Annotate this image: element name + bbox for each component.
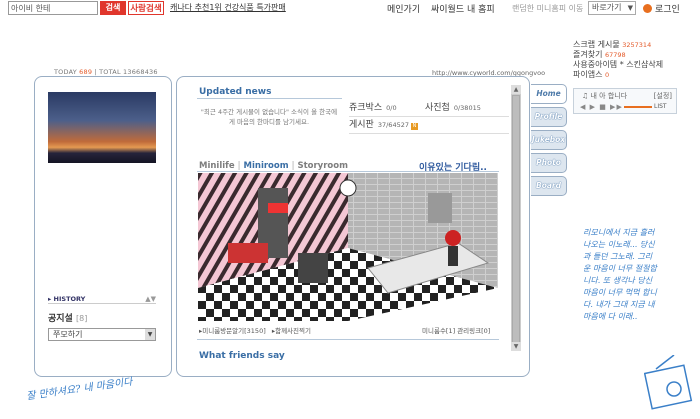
photo-count: 0/38015 <box>453 104 481 112</box>
tab-board[interactable]: Board <box>531 176 567 196</box>
promo-link[interactable]: 캐나다 추천1위 건강식품 특가판매 <box>170 2 286 13</box>
follow-select[interactable]: 쭈모하기 ▼ <box>48 328 156 341</box>
photo-together-link[interactable]: ▸함께사진찍기 <box>272 327 311 335</box>
toggle-icon: ▲▼ <box>145 295 156 303</box>
chevron-down-icon: ▼ <box>145 329 155 340</box>
player-settings-button[interactable]: [설정] <box>654 91 672 101</box>
stat-row: 게시판 37/64527 N <box>349 117 509 134</box>
follow-select-label: 쭈모하기 <box>53 330 83 339</box>
login-label: 로그인 <box>655 5 680 15</box>
visit-counter: TODAY 689 | TOTAL 13668436 <box>54 68 158 76</box>
divider <box>197 98 342 99</box>
search-button[interactable]: 검색 <box>100 1 126 15</box>
jukebox-count: 0/0 <box>386 104 397 112</box>
favorites-line[interactable]: 즐겨찾기 67798 <box>573 50 663 60</box>
divider <box>197 171 499 172</box>
jukebox-link[interactable]: 쥬크박스 <box>349 103 382 113</box>
nav-my-home-link[interactable]: 싸이월드 내 홈피 <box>431 5 495 15</box>
profile-photo <box>48 92 156 163</box>
updated-news-title: Updated news <box>199 87 272 97</box>
room-count-links[interactable]: 미니룸수[1] 관리링크[0] <box>422 325 490 335</box>
scroll-up-icon[interactable]: ▲ <box>511 85 521 94</box>
nav-main-link[interactable]: 메인가기 <box>387 5 420 15</box>
board-link[interactable]: 게시판 <box>349 120 374 130</box>
room-links: ▸미니룸방문알기[3150] ▸함께사진찍기 미니룸수[1] 관리링크[0] <box>199 325 490 335</box>
handwritten-note: 리모니에서 지금 흘러나오는 이노래... 당신과 들던 그노래. 그리운 마음… <box>583 228 657 321</box>
login-icon <box>643 4 652 13</box>
miniroom-scene <box>198 173 498 321</box>
miniroom-image[interactable] <box>198 173 498 321</box>
handwritten-note-left: 잘 만하셔요? 내 마음이다 <box>25 376 134 403</box>
tab-miniroom[interactable]: Miniroom <box>244 161 289 171</box>
login-button[interactable]: 로그인 <box>643 2 680 15</box>
tab-minilife[interactable]: Minilife <box>199 161 235 171</box>
total-label: TOTAL <box>99 68 121 76</box>
room-tabs: Minilife | Miniroom | Storyroom <box>199 161 348 171</box>
player-controls-icon[interactable]: ◀ ▶ ■ ▶▶ <box>580 103 623 111</box>
new-badge-icon: N <box>410 123 418 130</box>
stat-row: 쥬크박스 0/0 사진첩 0/38015 <box>349 100 509 117</box>
notice-title: 공지설 [8] <box>48 311 87 324</box>
divider <box>197 339 499 340</box>
friends-say-title: What friends say <box>199 351 285 361</box>
right-info: 스크랩 게시물 3257314 즐겨찾기 67798 사용중아이템 * 스킨샵삭… <box>573 40 663 80</box>
tab-photo[interactable]: Photo <box>531 153 567 173</box>
visitor-link[interactable]: ▸미니룸방문알기[3150] <box>199 327 266 335</box>
people-search-button[interactable]: 사람검색 <box>128 1 164 15</box>
music-player: ♫ 내 아 합니다 [설정] ◀ ▶ ■ ▶▶ LIST <box>573 88 677 114</box>
history-text: HISTORY <box>53 295 86 303</box>
total-count: 13668436 <box>123 68 158 76</box>
photo-album-link[interactable]: 사진첩 <box>425 103 450 113</box>
tab-jukebox[interactable]: Jukebox <box>531 130 567 150</box>
list-icon[interactable]: LIST <box>654 103 667 110</box>
volume-bar[interactable] <box>624 106 652 108</box>
top-bar: 아이비 한테 검색 사람검색 캐나다 추천1위 건강식품 특가판매 메인가기 싸… <box>0 0 700 16</box>
app-line[interactable]: 파이앱스 0 <box>573 70 663 80</box>
history-toggle[interactable]: ▸ HISTORY ▲▼ <box>48 295 156 304</box>
tab-profile[interactable]: Profile <box>531 107 567 127</box>
shortcut-label: 바로가기 <box>592 3 622 12</box>
board-count: 37/64527 <box>377 121 409 129</box>
tab-storyroom[interactable]: Storyroom <box>297 161 348 171</box>
scroll-down-icon[interactable]: ▼ <box>511 342 521 351</box>
chevron-down-icon: ▼ <box>627 4 633 12</box>
tab-home[interactable]: Home <box>531 84 567 104</box>
radio-doodle-icon <box>644 355 693 410</box>
scrap-line[interactable]: 스크랩 게시물 3257314 <box>573 40 663 50</box>
shortcut-select[interactable]: 바로가기 ▼ <box>588 1 636 15</box>
today-count: 689 <box>79 68 93 76</box>
random-home-link[interactable]: 랜덤한 미니홈피 이동 <box>512 3 583 14</box>
scrollbar[interactable]: ▲ ▼ <box>511 85 521 351</box>
player-title: ♫ 내 아 합니다 <box>582 92 628 100</box>
notice-label: 공지설 <box>48 314 73 324</box>
search-input[interactable]: 아이비 한테 <box>8 1 98 15</box>
top-nav: 메인가기 싸이월드 내 홈피 <box>387 2 503 15</box>
news-message: "최근 4주간 게시물이 없습니다" 소식이 올 한국에게 마음의 한마디를 남… <box>200 108 338 126</box>
today-label: TODAY <box>54 68 77 76</box>
item-line[interactable]: 사용중아이템 * 스킨샵삭제 <box>573 60 663 70</box>
scroll-thumb[interactable] <box>512 95 520 345</box>
notice-count: [8] <box>75 314 88 323</box>
